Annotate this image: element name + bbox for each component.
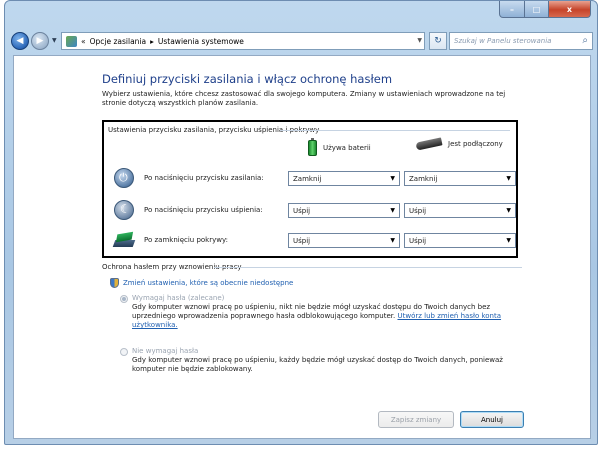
chevron-down-icon: ▼ [390, 175, 395, 182]
caption-buttons: – □ x [499, 1, 591, 18]
select-value: Uśpij [293, 236, 311, 245]
maximize-button[interactable]: □ [525, 1, 549, 18]
power-button-row: Po naciśnięciu przycisku zasilania: Zamk… [108, 168, 516, 190]
minimize-button[interactable]: – [499, 1, 525, 18]
page-description: Wybierz ustawienia, które chcesz zastoso… [102, 90, 506, 107]
radio-description: Gdy komputer wznowi pracę po uśpieniu, k… [120, 356, 530, 374]
row-label: Po naciśnięciu przycisku zasilania: [144, 174, 264, 182]
column-header-battery: Używa baterii [308, 138, 371, 156]
back-button[interactable]: ◀ [11, 32, 29, 50]
select-value: Zamknij [409, 174, 438, 183]
radio-description: Gdy komputer wznowi pracę po uśpieniu, n… [120, 303, 530, 330]
search-input[interactable]: Szukaj w Panelu sterowania ⌕ [449, 32, 593, 50]
close-button[interactable]: x [549, 1, 591, 18]
lid-close-plugged-select[interactable]: Uśpij ▼ [404, 233, 516, 248]
chevron-down-icon: ▼ [390, 237, 395, 244]
breadcrumb-overflow[interactable]: « [81, 37, 86, 46]
sleep-button-battery-select[interactable]: Uśpij ▼ [288, 203, 400, 218]
laptop-lid-icon [114, 230, 134, 250]
page-title: Definiuj przyciski zasilania i włącz och… [102, 72, 393, 86]
search-icon[interactable]: ⌕ [582, 35, 588, 46]
address-bar[interactable]: « Opcje zasilania ▸ Ustawienia systemowe… [61, 32, 425, 50]
column-label-plugged: Jest podłączony [448, 140, 503, 148]
no-password-radio[interactable] [120, 347, 128, 356]
column-header-plugged: Jest podłączony [415, 137, 503, 151]
select-value: Uśpij [409, 236, 427, 245]
main-content: Definiuj przyciski zasilania i włącz och… [13, 55, 591, 439]
chevron-down-icon: ▼ [506, 175, 511, 182]
power-button-battery-select[interactable]: Zamknij ▼ [288, 171, 400, 186]
select-value: Zamknij [293, 174, 322, 183]
section-divider [280, 130, 510, 131]
refresh-icon: ↻ [434, 36, 442, 46]
require-password-option: Wymagaj hasła (zalecane) Gdy komputer wz… [120, 294, 530, 330]
section-divider [214, 267, 522, 268]
row-label: Po naciśnięciu przycisku uśpienia: [144, 206, 263, 214]
lid-close-row: Po zamknięciu pokrywy: Uśpij ▼ Uśpij ▼ [108, 230, 516, 252]
recent-pages-chevron-icon[interactable]: ▼ [52, 37, 57, 44]
forward-button[interactable]: ▶ [31, 32, 49, 50]
search-placeholder: Szukaj w Panelu sterowania [454, 37, 552, 45]
sleep-button-plugged-select[interactable]: Uśpij ▼ [404, 203, 516, 218]
select-value: Uśpij [409, 206, 427, 215]
radio-label: Nie wymagaj hasła [132, 347, 199, 355]
back-arrow-icon: ◀ [16, 36, 24, 46]
power-button-plugged-select[interactable]: Zamknij ▼ [404, 171, 516, 186]
no-password-option: Nie wymagaj hasła Gdy komputer wznowi pr… [120, 347, 530, 374]
sleep-button-row: Po naciśnięciu przycisku uśpienia: Uśpij… [108, 200, 516, 222]
description-text: Gdy komputer wznowi pracę po uśpieniu, k… [132, 356, 503, 373]
title-bar: – □ x [5, 1, 597, 31]
radio-label: Wymagaj hasła (zalecane) [132, 294, 225, 302]
uac-shield-icon [110, 278, 119, 288]
chevron-down-icon: ▼ [390, 207, 395, 214]
select-value: Uśpij [293, 206, 311, 215]
refresh-button[interactable]: ↻ [429, 32, 447, 50]
address-dropdown-icon[interactable]: ▼ [417, 37, 422, 44]
plug-icon [415, 137, 443, 151]
change-unavailable-settings-link[interactable]: Zmień ustawienia, które są obecnie niedo… [110, 278, 293, 288]
cancel-button[interactable]: Anuluj [460, 411, 524, 428]
breadcrumb-power-options[interactable]: Opcje zasilania [90, 37, 147, 46]
sleep-button-icon [114, 200, 134, 220]
lid-close-battery-select[interactable]: Uśpij ▼ [288, 233, 400, 248]
breadcrumb-system-settings[interactable]: Ustawienia systemowe [158, 37, 244, 46]
row-label: Po zamknięciu pokrywy: [144, 236, 228, 244]
chevron-down-icon: ▼ [506, 237, 511, 244]
forward-arrow-icon: ▶ [36, 36, 44, 46]
control-panel-window: – □ x ◀ ▶ ▼ « Opcje zasilania ▸ Ustawien… [4, 0, 598, 445]
power-button-icon [114, 168, 134, 188]
save-changes-button[interactable]: Zapisz zmiany [378, 411, 454, 428]
breadcrumb-separator[interactable]: ▸ [150, 37, 154, 46]
power-buttons-section: Ustawienia przycisku zasilania, przycisk… [102, 120, 518, 258]
require-password-radio[interactable] [120, 294, 128, 303]
link-label[interactable]: Zmień ustawienia, które są obecnie niedo… [123, 279, 293, 287]
chevron-down-icon: ▼ [506, 207, 511, 214]
column-label-battery: Używa baterii [323, 144, 371, 152]
navigation-bar: ◀ ▶ ▼ « Opcje zasilania ▸ Ustawienia sys… [9, 31, 595, 53]
control-panel-icon [66, 35, 77, 47]
battery-icon [308, 138, 317, 156]
